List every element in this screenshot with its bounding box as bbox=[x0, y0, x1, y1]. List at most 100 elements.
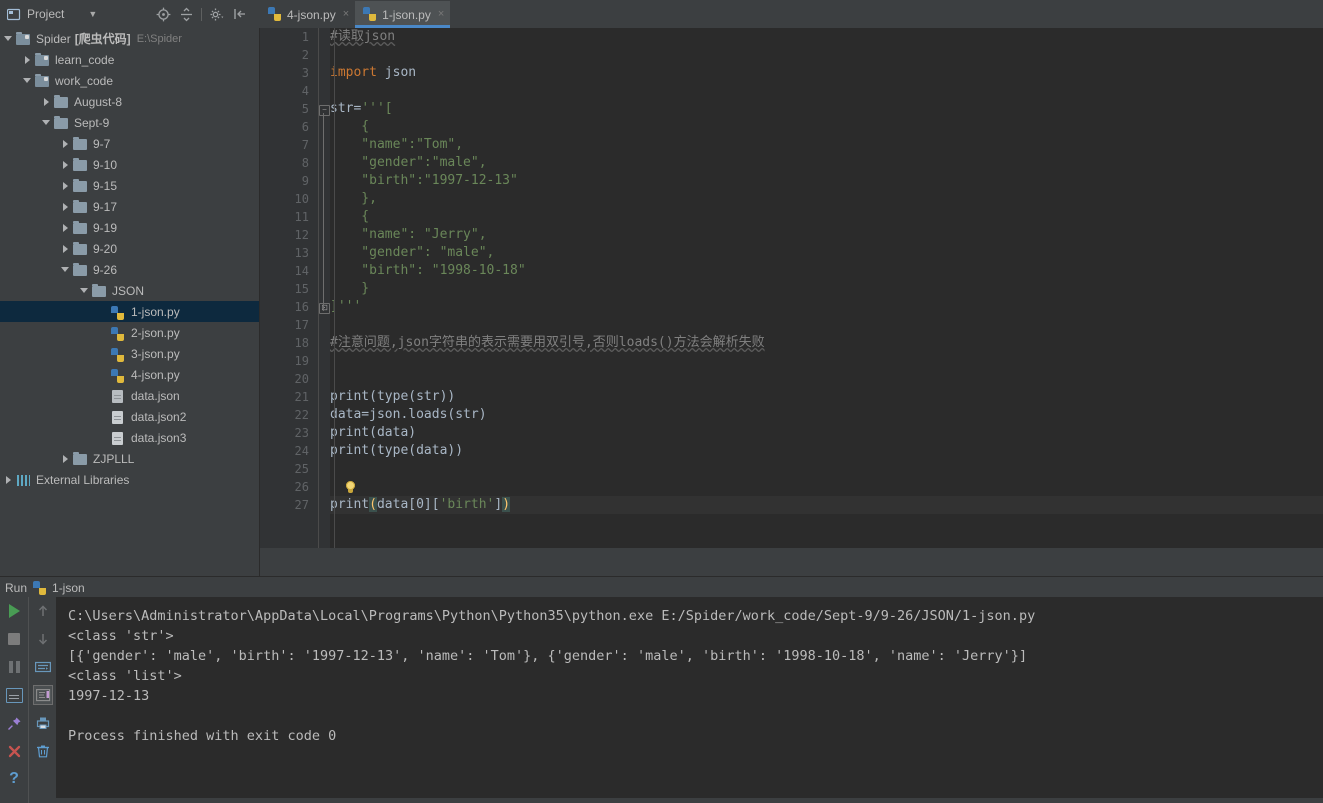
intention-bulb-icon[interactable] bbox=[344, 481, 357, 494]
tree-item[interactable]: data.json3 bbox=[0, 427, 260, 448]
code-line[interactable]: #注意问题,json字符串的表示需要用双引号,否则loads()方法会解析失败 bbox=[330, 334, 1323, 352]
editor-tab[interactable]: 1-json.py × bbox=[355, 1, 451, 28]
code-line[interactable]: str='''[ bbox=[330, 100, 1323, 118]
code-line[interactable]: print(data[0]['birth']) bbox=[330, 496, 1323, 514]
tree-item[interactable]: 9-26 bbox=[0, 259, 260, 280]
tree-item[interactable]: work_code bbox=[0, 70, 260, 91]
scroll-to-end-icon[interactable] bbox=[33, 685, 53, 705]
code-line[interactable]: print(data) bbox=[330, 424, 1323, 442]
editor-code-area[interactable]: #读取json import json str='''[ { "name":"Tom… bbox=[330, 28, 1323, 548]
code-token: '''[ bbox=[361, 101, 393, 116]
fold-expand-icon[interactable]: ⊡ bbox=[319, 303, 330, 314]
code-line[interactable]: ]''' bbox=[330, 298, 1323, 316]
help-icon[interactable]: ? bbox=[5, 770, 23, 788]
code-line[interactable]: "gender":"male", bbox=[330, 154, 1323, 172]
chevron-down-icon[interactable] bbox=[41, 117, 52, 128]
code-line[interactable] bbox=[330, 370, 1323, 388]
tree-item[interactable]: 4-json.py bbox=[0, 364, 260, 385]
locate-icon[interactable] bbox=[155, 6, 171, 22]
chevron-right-icon[interactable] bbox=[3, 474, 14, 485]
code-line[interactable] bbox=[330, 316, 1323, 334]
tree-item[interactable]: Sept-9 bbox=[0, 112, 260, 133]
tree-item[interactable]: 9-19 bbox=[0, 217, 260, 238]
code-line[interactable]: "gender": "male", bbox=[330, 244, 1323, 262]
chevron-right-icon[interactable] bbox=[60, 180, 71, 191]
chevron-right-icon[interactable] bbox=[60, 222, 71, 233]
scroll-down-icon[interactable] bbox=[34, 630, 52, 648]
python-file-icon bbox=[111, 347, 127, 362]
console-icon[interactable] bbox=[5, 686, 23, 704]
scroll-up-icon[interactable] bbox=[34, 602, 52, 620]
tree-item[interactable]: External Libraries bbox=[0, 469, 260, 490]
collapse-all-icon[interactable] bbox=[178, 6, 194, 22]
chevron-down-icon[interactable] bbox=[79, 285, 90, 296]
project-tree[interactable]: Spider [爬虫代码] E:\Spider learn_code work_code… bbox=[0, 28, 260, 576]
code-line[interactable]: } bbox=[330, 280, 1323, 298]
tree-item[interactable]: 1-json.py bbox=[0, 301, 260, 322]
tree-item[interactable]: JSON bbox=[0, 280, 260, 301]
chevron-right-icon[interactable] bbox=[60, 243, 71, 254]
settings-gear-icon[interactable] bbox=[209, 6, 225, 22]
hide-panel-icon[interactable] bbox=[232, 6, 248, 22]
run-icon[interactable] bbox=[5, 602, 23, 620]
clear-all-icon[interactable] bbox=[34, 742, 52, 760]
chevron-down-icon[interactable] bbox=[60, 264, 71, 275]
code-line[interactable]: print(type(data)) bbox=[330, 442, 1323, 460]
chevron-right-icon[interactable] bbox=[41, 96, 52, 107]
editor-fold-column[interactable]: − ⊡ bbox=[318, 28, 330, 548]
code-line[interactable]: }, bbox=[330, 190, 1323, 208]
code-line[interactable] bbox=[330, 352, 1323, 370]
code-line[interactable]: "birth": "1998-10-18" bbox=[330, 262, 1323, 280]
tree-item[interactable]: learn_code bbox=[0, 49, 260, 70]
code-line[interactable]: "birth":"1997-12-13" bbox=[330, 172, 1323, 190]
code-editor[interactable]: 1 2 3 4 5 6 7 8 9 10 11 12 13 14 15 16 17 18 19 20 21 22 23 24 2… bbox=[260, 28, 1323, 548]
chevron-right-icon[interactable] bbox=[60, 453, 71, 464]
console-line: <class 'list'> bbox=[68, 668, 182, 684]
code-line[interactable] bbox=[330, 46, 1323, 64]
close-tab-icon[interactable]: × bbox=[438, 9, 444, 20]
editor-tab[interactable]: 4-json.py × bbox=[260, 1, 356, 28]
run-console-output[interactable]: C:\Users\Administrator\AppData\Local\Pro… bbox=[56, 597, 1323, 798]
chevron-right-icon[interactable] bbox=[60, 201, 71, 212]
tree-item[interactable]: 9-20 bbox=[0, 238, 260, 259]
code-line[interactable]: #读取json bbox=[330, 28, 1323, 46]
tree-item[interactable]: data.json2 bbox=[0, 406, 260, 427]
chevron-right-icon[interactable] bbox=[60, 159, 71, 170]
code-line[interactable]: import json bbox=[330, 64, 1323, 82]
print-icon[interactable] bbox=[34, 714, 52, 732]
tree-item[interactable]: 9-15 bbox=[0, 175, 260, 196]
close-icon[interactable] bbox=[5, 742, 23, 760]
chevron-down-icon[interactable]: ▼ bbox=[88, 9, 97, 19]
pin-icon[interactable] bbox=[5, 714, 23, 732]
tree-item[interactable]: August-8 bbox=[0, 91, 260, 112]
code-line[interactable]: print(type(str)) bbox=[330, 388, 1323, 406]
code-line[interactable]: "name": "Jerry", bbox=[330, 226, 1323, 244]
code-token: { bbox=[330, 209, 370, 224]
close-tab-icon[interactable]: × bbox=[343, 9, 349, 20]
code-line[interactable] bbox=[330, 82, 1323, 100]
stop-icon[interactable] bbox=[5, 630, 23, 648]
tree-item[interactable]: ZJPLLL bbox=[0, 448, 260, 469]
chevron-right-icon[interactable] bbox=[60, 138, 71, 149]
code-line[interactable]: data=json.loads(str) bbox=[330, 406, 1323, 424]
fold-collapse-icon[interactable]: − bbox=[319, 105, 330, 116]
tree-item[interactable]: 2-json.py bbox=[0, 322, 260, 343]
tree-item[interactable]: 3-json.py bbox=[0, 343, 260, 364]
pause-icon[interactable] bbox=[5, 658, 23, 676]
tree-item[interactable]: 9-10 bbox=[0, 154, 260, 175]
code-line[interactable]: "name":"Tom", bbox=[330, 136, 1323, 154]
chevron-down-icon[interactable] bbox=[22, 75, 33, 86]
code-line[interactable]: { bbox=[330, 208, 1323, 226]
tree-item[interactable]: 9-7 bbox=[0, 133, 260, 154]
code-token: "birth": "1998-10-18" bbox=[330, 263, 526, 278]
code-line[interactable]: { bbox=[330, 118, 1323, 136]
soft-wrap-icon[interactable] bbox=[34, 658, 52, 676]
tree-item[interactable]: 9-17 bbox=[0, 196, 260, 217]
tree-item[interactable]: data.json bbox=[0, 385, 260, 406]
code-line[interactable] bbox=[330, 460, 1323, 478]
tree-item[interactable]: Spider [爬虫代码] E:\Spider bbox=[0, 28, 260, 49]
run-configuration-name[interactable]: 1-json bbox=[52, 581, 85, 595]
chevron-right-icon[interactable] bbox=[22, 54, 33, 65]
code-line[interactable] bbox=[330, 478, 1323, 496]
chevron-down-icon[interactable] bbox=[3, 33, 14, 44]
